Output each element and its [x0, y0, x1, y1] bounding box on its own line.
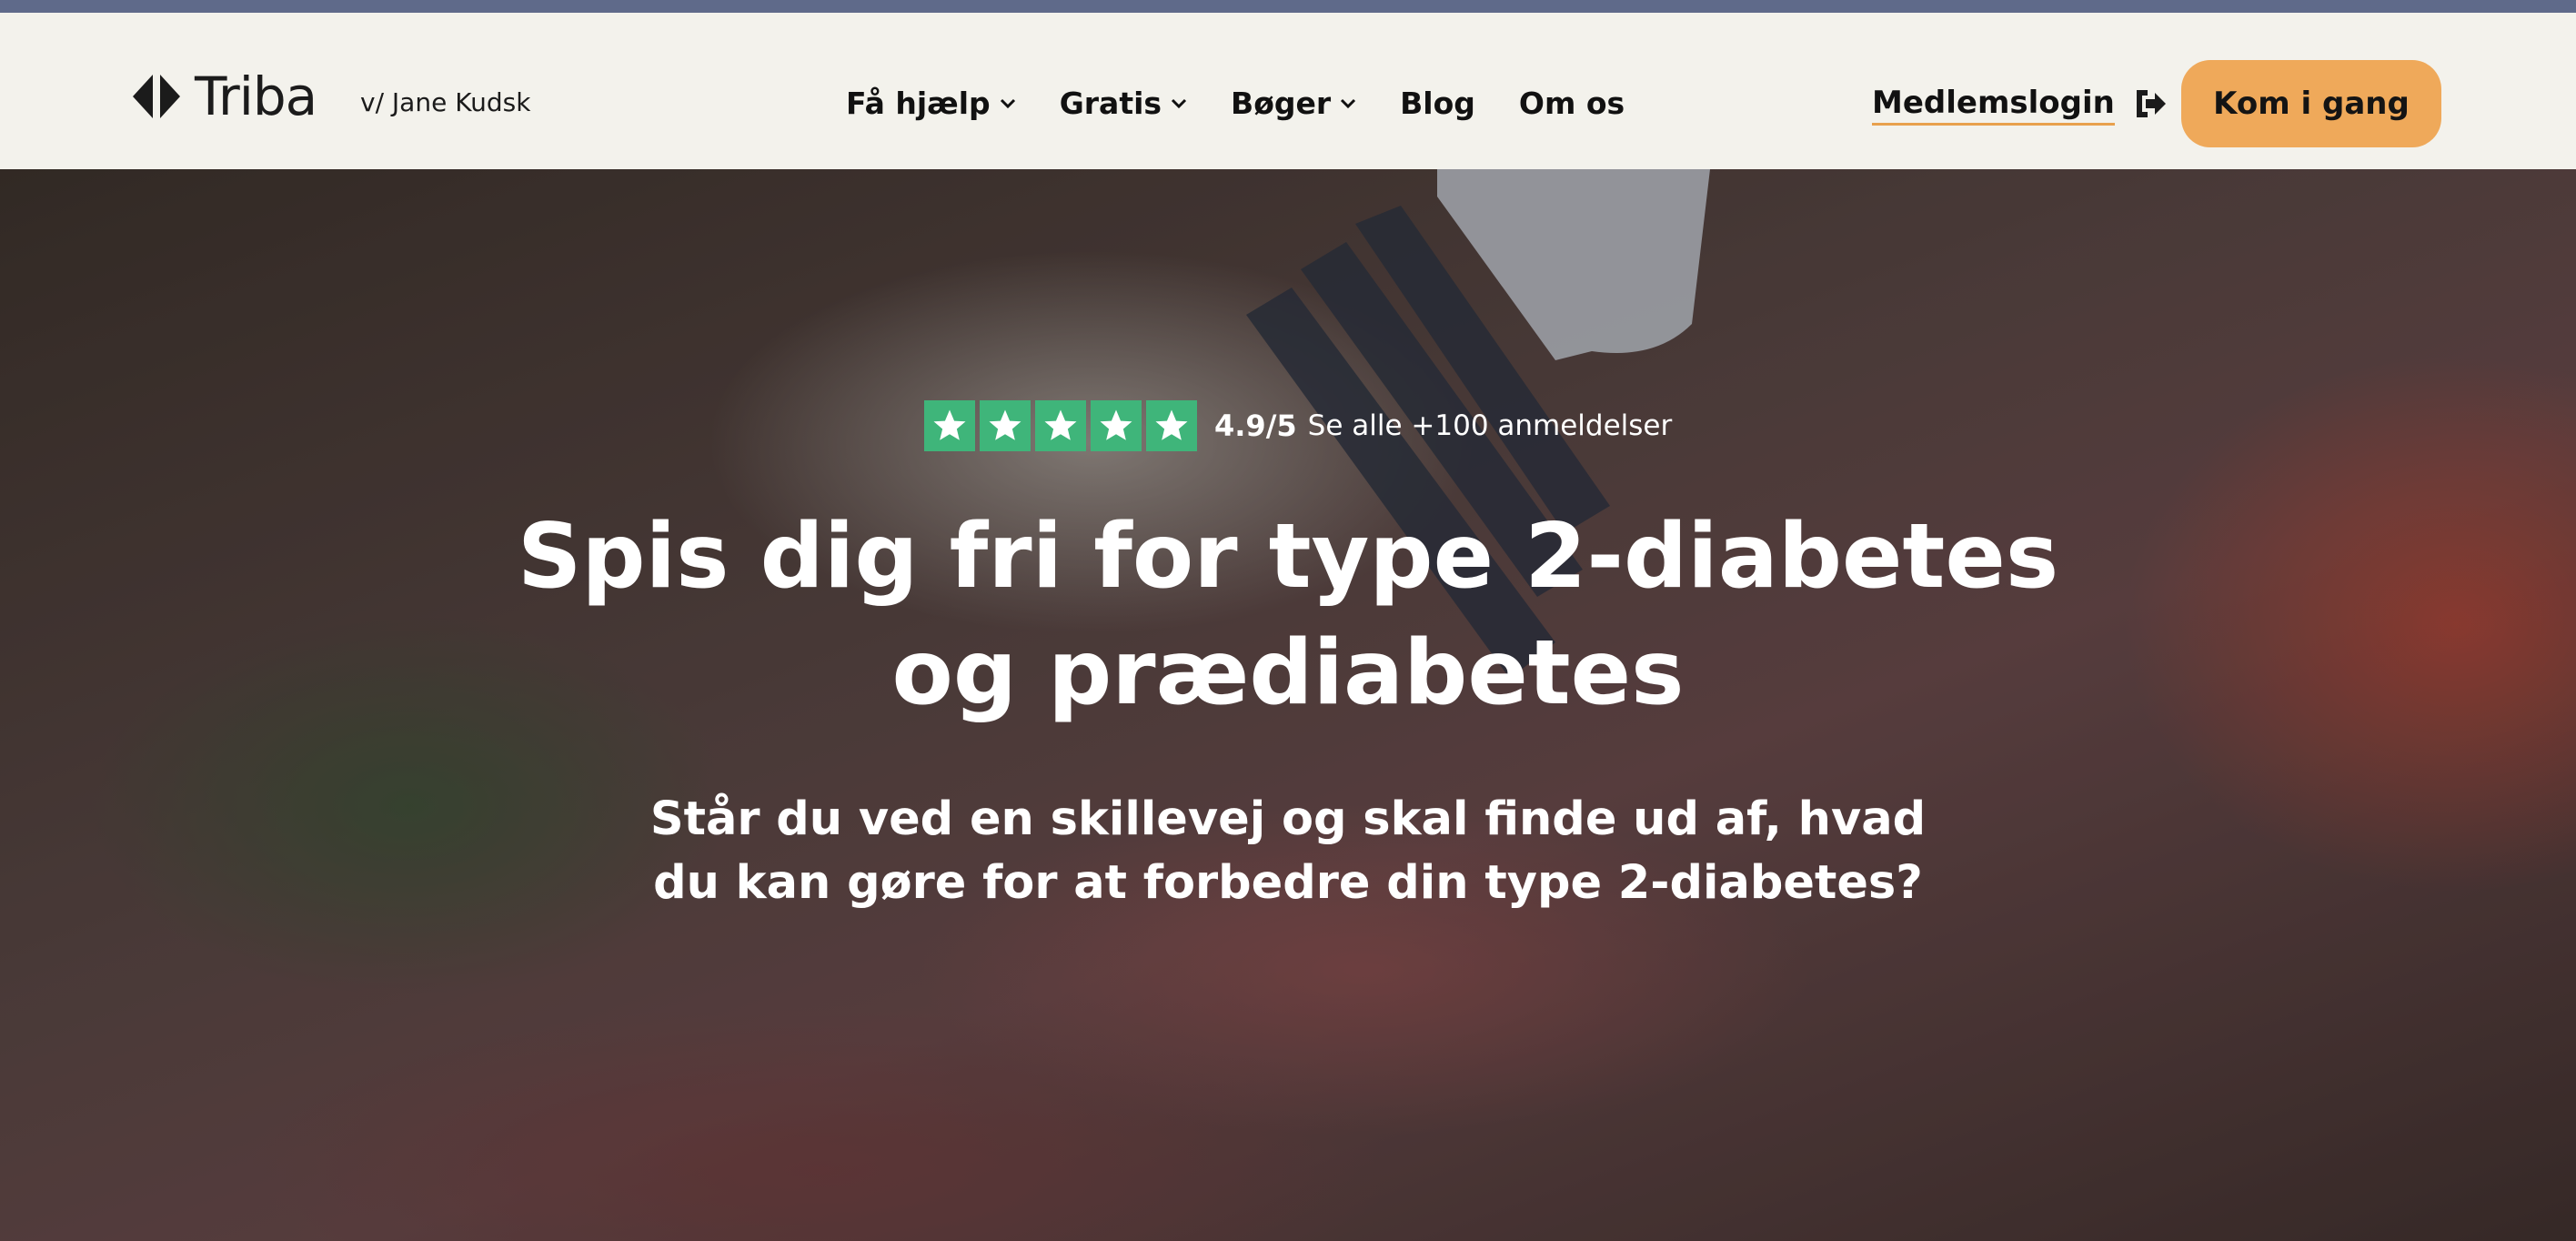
nav-item-label: Bøger [1231, 86, 1332, 121]
chevron-down-icon [1000, 98, 1015, 109]
nav-item-label: Om os [1518, 86, 1625, 121]
nav-item-om-os[interactable]: Om os [1519, 84, 1625, 124]
brand-name: Triba [195, 66, 317, 127]
hero-subtitle-line-1: Står du ved en skillevej og skal finde u… [649, 792, 1927, 846]
brand-byline: v/ Jane Kudsk [360, 87, 531, 117]
hero-title: Spis dig fri for type 2-diabetes og præd… [0, 499, 2576, 731]
sign-in-icon [2136, 90, 2166, 117]
star-icon [1091, 400, 1142, 451]
hero-title-line-1: Spis dig fri for type 2-diabetes [517, 505, 2059, 609]
reviews-link[interactable]: Se alle +100 anmeldelser [1308, 409, 1673, 442]
nav-item-label: Blog [1400, 86, 1475, 121]
hero-section: 4.9/5 Se alle +100 anmeldelser Spis dig … [0, 169, 2576, 1241]
hero-subtitle-line-2: du kan gøre for at forbedre din type 2-d… [653, 856, 1923, 910]
member-login-link[interactable]: Medlemslogin [1872, 83, 2168, 126]
rating-score: 4.9/5 [1214, 409, 1297, 443]
hero-title-line-2: og prædiabetes [891, 621, 1685, 725]
chevron-down-icon [1341, 98, 1356, 109]
nav-item-faa-hjaelp[interactable]: Få hjælp [846, 84, 1016, 124]
star-icon [980, 400, 1031, 451]
chevron-down-icon [1171, 98, 1187, 109]
top-accent-bar [0, 0, 2576, 13]
star-icon [924, 400, 975, 451]
site-header: Triba v/ Jane Kudsk Få hjælp Gratis Bøge… [0, 13, 2576, 169]
nav-item-blog[interactable]: Blog [1400, 84, 1475, 124]
member-login-label: Medlemslogin [1872, 83, 2115, 126]
star-icon [1146, 400, 1197, 451]
trustpilot-rating[interactable]: 4.9/5 Se alle +100 anmeldelser [924, 400, 1672, 451]
nav-item-label: Få hjælp [846, 86, 991, 121]
nav-item-label: Gratis [1059, 86, 1162, 121]
triba-logo-icon [133, 75, 180, 118]
get-started-button[interactable]: Kom i gang [2181, 60, 2441, 147]
nav-item-gratis[interactable]: Gratis [1060, 84, 1187, 124]
star-icon [1035, 400, 1086, 451]
main-nav: Få hjælp Gratis Bøger Blog Om os [846, 84, 1668, 124]
hero-subtitle: Står du ved en skillevej og skal finde u… [0, 788, 2576, 915]
brand-logo[interactable]: Triba [133, 69, 317, 124]
nav-item-boeger[interactable]: Bøger [1231, 84, 1356, 124]
